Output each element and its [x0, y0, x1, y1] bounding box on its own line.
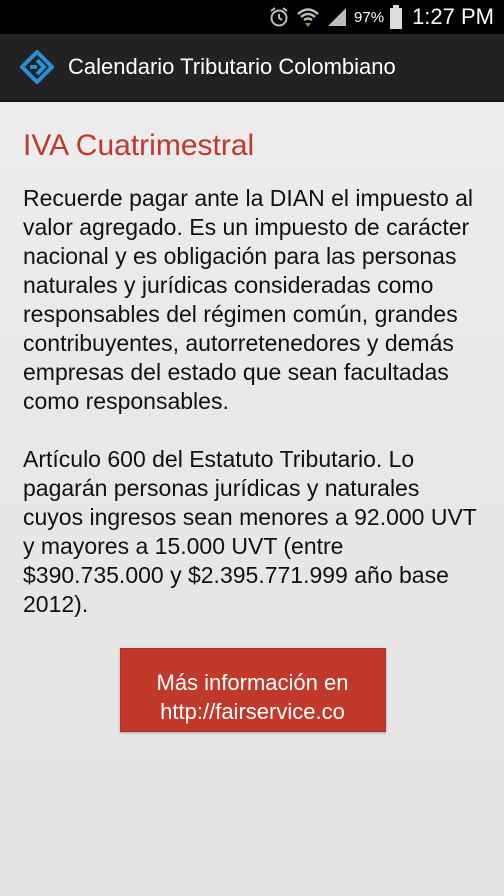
page-title: IVA Cuatrimestral [23, 129, 255, 162]
app-logo-icon[interactable] [19, 49, 55, 85]
alarm-icon [268, 6, 290, 28]
article-paragraph: Artículo 600 del Estatuto Tributario. Lo… [23, 446, 477, 617]
clock: 1:27 PM [412, 4, 494, 29]
more-info-button[interactable]: Más información en http://fairservice.co [119, 648, 386, 732]
battery-icon [390, 5, 403, 29]
more-info-button-line2: http://fairservice.co [160, 698, 345, 724]
content-area: IVA Cuatrimestral Recuerde pagar ante la… [0, 104, 504, 896]
description-paragraph: Recuerde pagar ante la DIAN el impuesto … [23, 185, 474, 414]
wifi-icon [296, 6, 320, 28]
app-title: Calendario Tributario Colombiano [68, 54, 396, 79]
more-info-button-line1: Más información en [156, 669, 349, 695]
status-bar: 97% 1:27 PM [0, 0, 504, 34]
action-bar: Calendario Tributario Colombiano [0, 34, 504, 102]
signal-icon [326, 7, 348, 27]
battery-percent: 97% [354, 8, 385, 26]
